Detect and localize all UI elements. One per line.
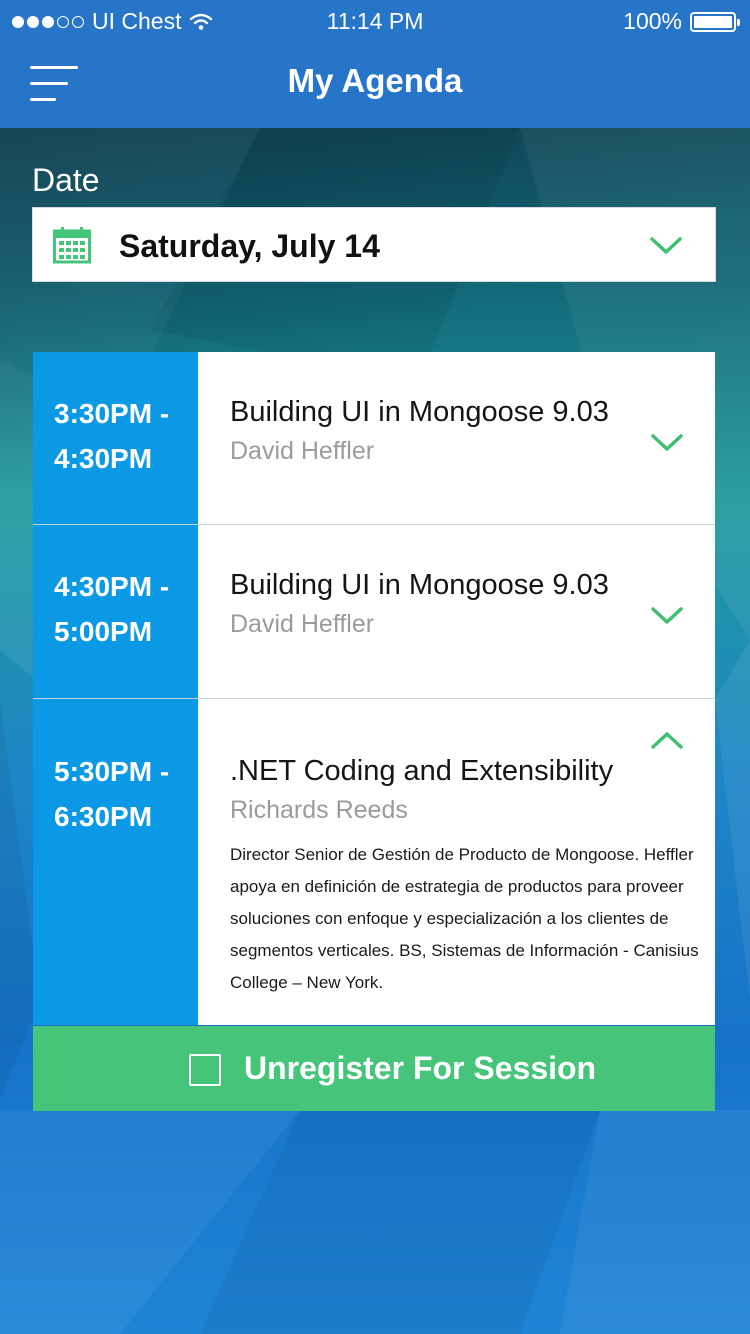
session-description: Director Senior de Gestión de Producto d… — [230, 845, 699, 992]
session-time-start: 4:30PM - — [54, 571, 170, 602]
session-time-end: 6:30PM — [54, 801, 153, 832]
chevron-down-icon[interactable] — [650, 432, 684, 454]
session-title: Building UI in Mongoose 9.03 — [230, 396, 609, 428]
session-item-expanded[interactable]: 5:30PM - 6:30PM .NET Coding and Extensib… — [33, 699, 715, 1025]
calendar-icon — [53, 227, 91, 264]
session-speaker: Richards Reeds — [230, 796, 408, 824]
session-list: 3:30PM - 4:30PM Building UI in Mongoose … — [33, 352, 715, 1025]
date-label: Date — [32, 162, 100, 198]
session-speaker: David Heffler — [230, 437, 375, 465]
unregister-label: Unregister For Session — [244, 1050, 597, 1086]
session-time: 4:30PM - 5:00PM — [33, 525, 198, 698]
selected-date: Saturday, July 14 — [119, 228, 380, 264]
session-time-end: 5:00PM — [54, 616, 153, 647]
session-time-start: 3:30PM - — [54, 398, 170, 429]
battery-percent: 100% — [623, 8, 682, 34]
session-body: Building UI in Mongoose 9.03 David Heffl… — [198, 525, 715, 698]
date-dropdown[interactable]: Saturday, July 14 — [32, 207, 716, 282]
session-title: .NET Coding and Extensibility — [230, 755, 614, 787]
session-time-start: 5:30PM - — [54, 756, 170, 787]
chevron-up-icon[interactable] — [650, 729, 684, 751]
navigation-bar: UI Chest 11:14 PM 100% My Agenda — [0, 0, 750, 128]
session-time-end: 4:30PM — [54, 443, 153, 474]
chevron-down-icon — [650, 237, 682, 254]
status-right: 100% — [623, 8, 740, 35]
session-item[interactable]: 3:30PM - 4:30PM Building UI in Mongoose … — [33, 352, 715, 525]
session-time: 3:30PM - 4:30PM — [33, 352, 198, 524]
page-title: My Agenda — [287, 62, 463, 99]
status-bar: UI Chest 11:14 PM 100% — [0, 0, 750, 40]
session-speaker: David Heffler — [230, 610, 375, 638]
session-item[interactable]: 4:30PM - 5:00PM Building UI in Mongoose … — [33, 525, 715, 699]
session-title: Building UI in Mongoose 9.03 — [230, 569, 609, 601]
unregister-button[interactable]: Unregister For Session — [33, 1026, 715, 1111]
session-time: 5:30PM - 6:30PM — [33, 699, 198, 1025]
session-body: .NET Coding and Extensibility Richards R… — [198, 699, 715, 1025]
session-body: Building UI in Mongoose 9.03 David Heffl… — [198, 352, 715, 524]
chevron-down-icon[interactable] — [650, 605, 684, 627]
checkbox-icon[interactable] — [189, 1054, 221, 1086]
battery-icon — [690, 11, 740, 32]
